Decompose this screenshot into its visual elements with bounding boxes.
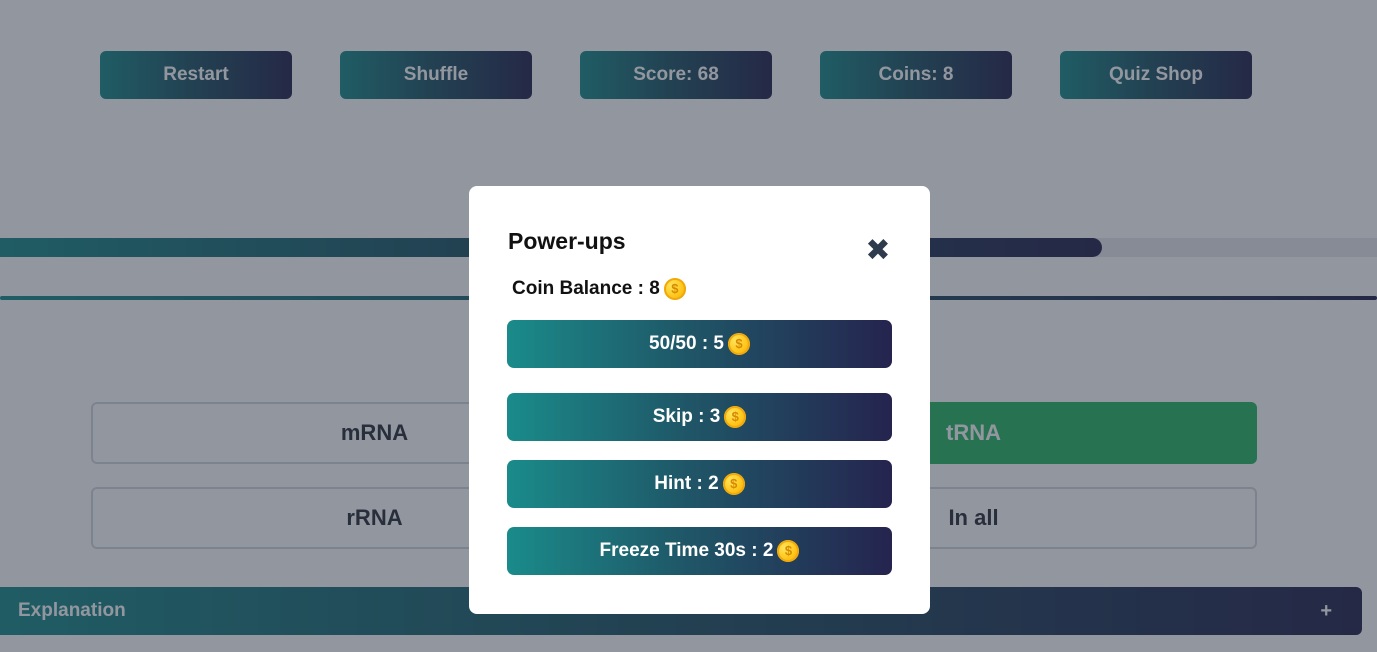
coin-icon (728, 333, 750, 355)
powerup-label: Skip : 3 (652, 406, 721, 427)
coin-balance-label: Coin Balance : 8 (512, 278, 660, 299)
powerup-label: Hint : 2 (654, 473, 719, 494)
powerup-label: Freeze Time 30s : 2 (599, 540, 774, 561)
powerup-fifty-fifty-button[interactable]: 50/50 : 5 (507, 320, 892, 368)
close-icon[interactable]: ✖ (865, 236, 891, 266)
coin-icon (724, 406, 747, 428)
powerup-hint-button[interactable]: Hint : 2 (507, 460, 892, 508)
power-ups-modal: Power-ups ✖ Coin Balance : 8 50/50 : 5 S… (469, 186, 930, 614)
modal-title: Power-ups (508, 228, 626, 254)
coin-icon (663, 278, 686, 300)
powerup-skip-button[interactable]: Skip : 3 (507, 393, 892, 441)
powerup-freeze-time-button[interactable]: Freeze Time 30s : 2 (507, 527, 892, 575)
coin-balance: Coin Balance : 8 (512, 278, 686, 300)
powerup-label: 50/50 : 5 (649, 333, 724, 354)
coin-icon (777, 540, 800, 562)
coin-icon (722, 473, 745, 495)
quiz-page: Restart Shuffle Score: 68 Coins: 8 Quiz … (0, 0, 1377, 652)
